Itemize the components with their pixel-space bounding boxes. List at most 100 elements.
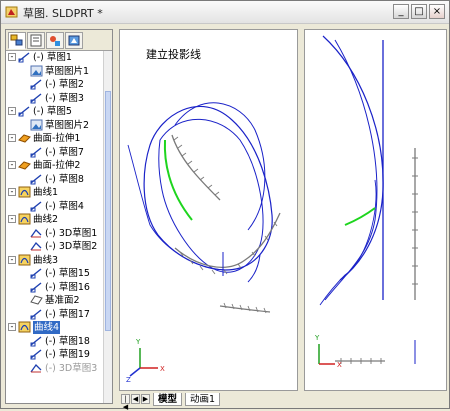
tree-item-label: (-) 草图3 (45, 92, 84, 104)
tree-item[interactable]: (-) 草图3 (6, 92, 104, 105)
dim-xpert-tab[interactable] (65, 32, 83, 49)
maximize-button[interactable]: □ (411, 4, 427, 19)
tree-item[interactable]: (-) 草图19 (6, 348, 104, 361)
feature-manager-tab[interactable] (8, 32, 26, 49)
tree-item[interactable]: (-) 3D草图3 (6, 362, 104, 375)
tree-item[interactable]: (-) 草图16 (6, 281, 104, 294)
tree-item[interactable]: - 曲线1 (6, 186, 104, 199)
tree-item-label: (-) 草图15 (45, 268, 90, 279)
tree-item-label: 基准面2 (45, 295, 80, 306)
svg-text:Y: Y (135, 338, 141, 346)
tree-item-label: 草图图片1 (45, 65, 90, 77)
tree-item-label: (-) 草图17 (45, 308, 90, 320)
tab-animation1[interactable]: 动画1 (185, 393, 221, 406)
dimxpert-icon (68, 35, 80, 46)
tree-item[interactable]: - (-) 草图5 (6, 105, 104, 118)
expand-toggle-icon[interactable]: - (8, 188, 16, 196)
tree-item[interactable]: (-) 草图2 (6, 78, 104, 91)
next-tab-arrow[interactable]: ▶ (141, 394, 150, 404)
scrollbar-thumb[interactable] (105, 91, 111, 331)
blue-curve-right-1 (322, 35, 384, 281)
title-bar[interactable]: 草图. SLDPRT * _ □ × (1, 1, 449, 24)
expand-toggle-icon[interactable]: - (8, 215, 16, 223)
tree-item-label: (-) 草图7 (45, 146, 84, 158)
gray-curve-3 (219, 305, 271, 313)
feature-tree-scrollbar[interactable] (103, 51, 112, 403)
viewport-note: 建立投影线 (146, 48, 201, 61)
manager-tab-strip (6, 30, 112, 51)
tree-item-label: (-) 草图4 (45, 200, 84, 212)
tree-item[interactable]: - 曲线4 (6, 321, 104, 334)
tree-item[interactable]: 草图图片2 (6, 119, 104, 132)
feature-tree-icon (10, 34, 23, 46)
tree-item[interactable]: (-) 草图7 (6, 146, 104, 159)
tree-item-label: (-) 草图18 (45, 335, 90, 347)
tab-model[interactable]: 模型 (153, 393, 183, 406)
close-button[interactable]: × (429, 4, 445, 19)
expand-toggle-icon[interactable]: - (8, 53, 16, 61)
tree-item-label: (-) 草图8 (45, 173, 84, 185)
svg-text:Y: Y (314, 334, 320, 342)
blue-curve-right-2 (324, 39, 378, 301)
property-manager-tab[interactable] (27, 32, 45, 49)
feature-manager-panel: - (-) 草图1 草图图片1 (-) 草图2 (-) 草图3 - (-) 草图5 草图图片2… (5, 29, 113, 404)
document-window: 草图. SLDPRT * _ □ × - (-) 草图1 草图图片1 (-) 草… (0, 0, 450, 411)
view-triad-left (129, 348, 158, 377)
tree-item[interactable]: - 曲线2 (6, 213, 104, 226)
tree-item-label: 曲线4 (33, 321, 61, 334)
expand-toggle-icon[interactable]: - (8, 255, 16, 264)
svg-text:X: X (160, 365, 165, 373)
gray-curve-1 (171, 134, 221, 201)
tree-item-label: 曲线3 (33, 254, 59, 266)
view-triad-right (318, 344, 335, 365)
expand-toggle-icon[interactable]: - (8, 107, 16, 115)
graphics-viewport-right[interactable]: Y X (304, 29, 447, 391)
tree-item[interactable]: 基准面2 (6, 294, 104, 307)
tree-item[interactable]: - 曲面-拉伸2 (6, 159, 104, 172)
green-curve (163, 139, 193, 221)
tree-item[interactable]: (-) 草图8 (6, 173, 104, 186)
tree-item[interactable]: - 曲线3 (6, 254, 104, 267)
sketch-curves-right: Y X (314, 35, 418, 369)
gray-curve-2 (174, 212, 281, 268)
tree-item[interactable]: (-) 草图4 (6, 200, 104, 213)
tree-item-label: 曲线1 (33, 187, 59, 198)
configuration-manager-tab[interactable] (46, 32, 64, 49)
tree-item[interactable]: - (-) 草图1 (6, 51, 104, 64)
first-tab-arrow[interactable]: |◀ (121, 394, 130, 411)
expand-toggle-icon[interactable]: - (8, 323, 16, 331)
tree-item-label: (-) 草图2 (45, 79, 84, 90)
window-title: 草图. SLDPRT * (23, 7, 103, 20)
tree-item[interactable]: - 曲面-拉伸1 (6, 132, 104, 145)
feature-tree: - (-) 草图1 草图图片1 (-) 草图2 (-) 草图3 - (-) 草图5 草图图片2… (6, 51, 104, 396)
svg-text:Z: Z (126, 376, 131, 384)
sketch-curves-left: Y X Z (126, 102, 281, 384)
property-sheet-icon (30, 34, 42, 47)
tree-item[interactable]: 草图图片1 (6, 65, 104, 78)
tree-item[interactable]: (-) 草图15 (6, 267, 104, 280)
tree-item-label: 草图图片2 (45, 119, 90, 131)
gray-curve-ticks (173, 136, 278, 314)
tree-item-label: 曲线2 (33, 214, 59, 225)
expand-toggle-icon[interactable]: - (8, 134, 16, 142)
blue-curve-tail (127, 144, 226, 271)
tree-item-label: (-) 草图16 (45, 281, 90, 293)
blue-curve-spike (247, 254, 261, 283)
part-document-icon (5, 6, 18, 18)
tree-item-label: (-) 3D草图2 (45, 241, 98, 252)
tree-item[interactable]: (-) 3D草图2 (6, 240, 104, 253)
model-tab-bar: |◀ ◀ ▶ 模型 动画1 (119, 393, 447, 411)
tree-item-label: (-) 草图5 (33, 106, 72, 117)
configuration-icon (50, 36, 60, 46)
tree-item-label: (-) 3D草图3 (45, 362, 98, 374)
tree-item[interactable]: (-) 3D草图1 (6, 227, 104, 240)
minimize-button[interactable]: _ (393, 4, 409, 19)
prev-tab-arrow[interactable]: ◀ (131, 394, 140, 404)
svg-text:X: X (337, 361, 342, 369)
tree-item-label: (-) 3D草图1 (45, 227, 98, 239)
expand-toggle-icon[interactable]: - (8, 161, 16, 169)
graphics-viewport-left[interactable]: Y X Z 建立投影线 (119, 29, 298, 391)
tree-item[interactable]: (-) 草图18 (6, 335, 104, 348)
tree-item-label: (-) 草图1 (33, 52, 72, 63)
tree-item[interactable]: (-) 草图17 (6, 308, 104, 321)
